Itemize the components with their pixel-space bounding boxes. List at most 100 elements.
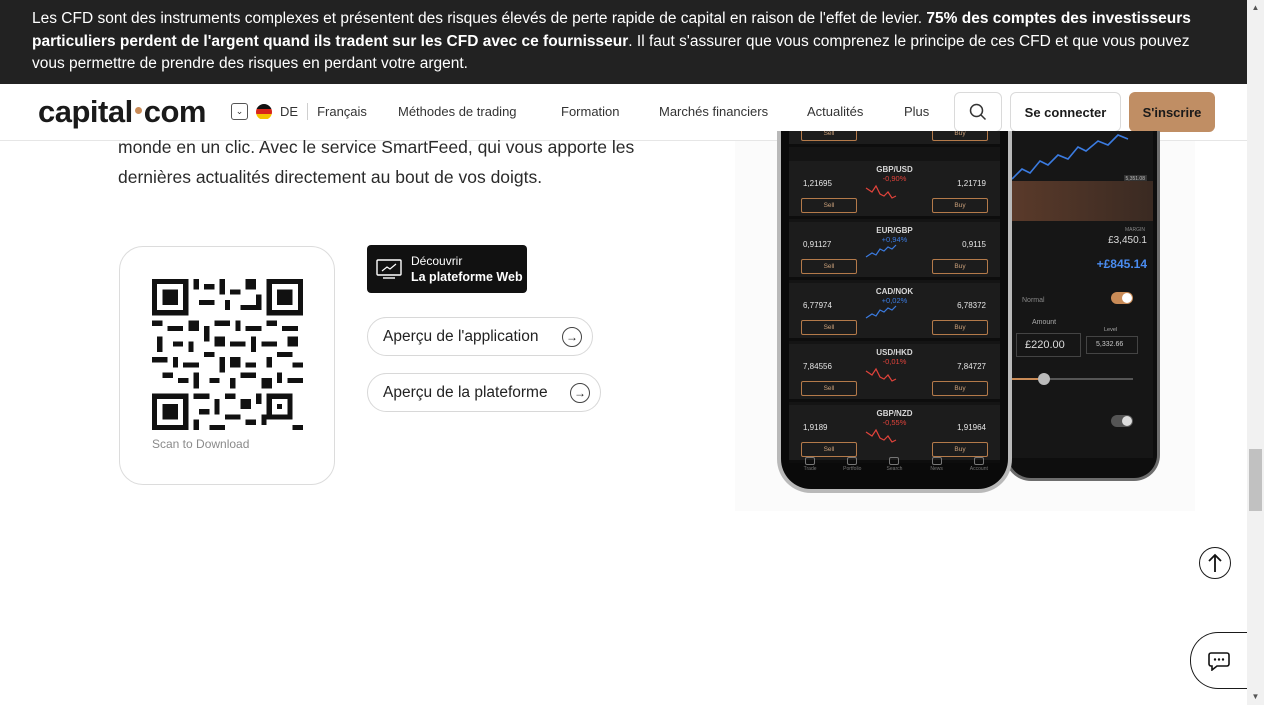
ask-price: 0,9115	[962, 240, 986, 249]
buy-button[interactable]: Buy	[932, 259, 988, 274]
smartfeed-paragraph: monde en un clic. Avec le service SmartF…	[118, 137, 635, 187]
logo-right: com	[143, 94, 207, 129]
platform-preview-label: Aperçu de la plateforme	[383, 383, 548, 401]
toggle-off[interactable]	[1111, 415, 1133, 427]
amount-value[interactable]: £220.00	[1016, 333, 1081, 357]
risk-text-1: Les CFD sont des instruments complexes e…	[32, 10, 927, 27]
nav-more[interactable]: Plus	[904, 104, 929, 119]
profit-value: +£845.14	[1096, 257, 1147, 271]
app-preview-label: Aperçu de l'application	[383, 327, 539, 345]
margin-label: MARGIN	[1125, 227, 1145, 233]
region-code: DE	[280, 104, 299, 119]
arrow-up-icon	[1208, 553, 1222, 572]
qr-caption: Scan to Download	[152, 437, 250, 451]
level-value[interactable]: 5,332.66	[1086, 336, 1138, 354]
chat-button[interactable]	[1190, 632, 1250, 689]
tab-icon	[973, 457, 984, 465]
phone-tab[interactable]: Portfolio	[832, 455, 872, 477]
instrument-name: CAD/NOK	[875, 287, 914, 296]
arrow-right-icon: →	[562, 327, 582, 347]
tab-label: Trade	[803, 466, 817, 472]
phone-tabbar: Trade Portfolio Search News Account	[789, 455, 1000, 477]
arrow-right-icon: →	[570, 383, 590, 403]
sparkline	[865, 305, 897, 319]
capital-com-logo[interactable]: capital com	[38, 94, 206, 130]
pairs-list: Sell Buy GBP/USD 1,21695 -0,90% 1,21719 Sell Bu…	[789, 131, 1000, 463]
web-button-line1: Découvrir	[411, 253, 463, 268]
scroll-to-top-button[interactable]	[1199, 547, 1231, 579]
language-label: Français	[317, 104, 367, 119]
phone-tab[interactable]: Search	[874, 455, 914, 477]
phone-tab[interactable]: News	[917, 455, 957, 477]
scroll-up-arrow-icon[interactable]: ▲	[1249, 2, 1262, 14]
tab-icon	[889, 457, 900, 465]
instrument-row[interactable]: CAD/NOK 6,77974 +0,02% 6,78372 Sell Buy	[789, 283, 1000, 341]
sell-button[interactable]: Sell	[801, 259, 857, 274]
page: Les CFD sont des instruments complexes e…	[0, 0, 1264, 705]
tab-icon	[805, 457, 816, 465]
tab-label: Search	[886, 466, 903, 472]
buy-button[interactable]: Buy	[932, 131, 988, 141]
risk-warning-banner: Les CFD sont des instruments complexes e…	[0, 0, 1247, 84]
qr-code[interactable]	[152, 279, 303, 430]
sparkline	[865, 244, 897, 258]
toggle-on[interactable]	[1111, 292, 1133, 304]
qr-download-card: Scan to Download	[119, 246, 335, 485]
instrument-row[interactable]: USD/HKD 7,84556 -0,01% 7,84727 Sell Buy	[789, 344, 1000, 402]
buy-button[interactable]: Buy	[932, 198, 988, 213]
phone-tab[interactable]: Trade	[790, 455, 830, 477]
nav-financial-markets[interactable]: Marchés financiers	[659, 104, 768, 119]
web-button-line2: La plateforme Web	[411, 269, 523, 284]
page-scrollbar[interactable]	[1247, 0, 1264, 705]
scroll-down-arrow-icon[interactable]: ▼	[1249, 691, 1262, 703]
ask-price: 1,91964	[957, 423, 986, 432]
chat-icon	[1208, 651, 1230, 671]
nav-formation[interactable]: Formation	[561, 104, 620, 119]
balance-value: £3,450.1	[1108, 235, 1147, 246]
instrument-name: USD/HKD	[876, 348, 913, 357]
sell-button[interactable]: Sell	[801, 381, 857, 396]
phone-back: 5,351.08 MARGIN £3,450.1 +£845.14 Normal…	[1005, 131, 1160, 481]
phone-front: Sell Buy GBP/USD 1,21695 -0,90% 1,21719 Sell Bu…	[777, 131, 1012, 493]
nav-news[interactable]: Actualités	[807, 104, 863, 119]
language-selector[interactable]: ⌄ DE Français	[231, 103, 367, 120]
sell-button[interactable]: Sell	[801, 131, 857, 141]
buy-button[interactable]: Buy	[932, 320, 988, 335]
signup-button[interactable]: S'inscrire	[1129, 92, 1215, 132]
tab-label: Account	[969, 466, 988, 472]
amount-label: Amount	[1032, 319, 1057, 326]
chart-gradient	[1012, 181, 1153, 221]
instrument-name: EUR/GBP	[876, 226, 913, 235]
ask-price: 6,78372	[957, 301, 986, 310]
level-label: Level	[1104, 327, 1118, 333]
instrument-row[interactable]: Sell Buy	[789, 131, 1000, 147]
tab-icon	[931, 457, 942, 465]
amount-slider[interactable]	[1012, 373, 1133, 385]
germany-flag-icon	[256, 103, 272, 120]
ask-price: 7,84727	[957, 362, 986, 371]
web-platform-button[interactable]: Découvrir La plateforme Web	[367, 245, 527, 293]
instrument-row[interactable]: EUR/GBP 0,91127 +0,94% 0,9115 Sell Buy	[789, 222, 1000, 280]
tab-icon	[847, 457, 858, 465]
ask-price: 1,21719	[957, 179, 986, 188]
phones-illustration: 5,351.08 MARGIN £3,450.1 +£845.14 Normal…	[735, 131, 1195, 511]
instrument-row[interactable]: GBP/USD 1,21695 -0,90% 1,21719 Sell Buy	[789, 161, 1000, 219]
platform-preview-button[interactable]: Aperçu de la plateforme →	[367, 373, 601, 412]
phone-tab[interactable]: Account	[959, 455, 999, 477]
nav-trading-methods[interactable]: Méthodes de trading	[398, 104, 517, 119]
tab-label: Portfolio	[843, 466, 862, 472]
search-button[interactable]	[954, 92, 1002, 132]
sell-button[interactable]: Sell	[801, 198, 857, 213]
phone-back-screen: 5,351.08 MARGIN £3,450.1 +£845.14 Normal…	[1012, 131, 1153, 458]
instrument-name: GBP/NZD	[876, 409, 913, 418]
search-icon	[969, 103, 987, 121]
logo-dot	[134, 107, 142, 115]
login-button[interactable]: Se connecter	[1010, 92, 1121, 132]
buy-button[interactable]: Buy	[932, 381, 988, 396]
monitor-icon	[376, 259, 402, 279]
sell-button[interactable]: Sell	[801, 320, 857, 335]
price-chart	[1012, 134, 1129, 180]
app-preview-button[interactable]: Aperçu de l'application →	[367, 317, 593, 356]
chevron-down-icon: ⌄	[231, 103, 248, 120]
scrollbar-thumb[interactable]	[1249, 449, 1262, 511]
